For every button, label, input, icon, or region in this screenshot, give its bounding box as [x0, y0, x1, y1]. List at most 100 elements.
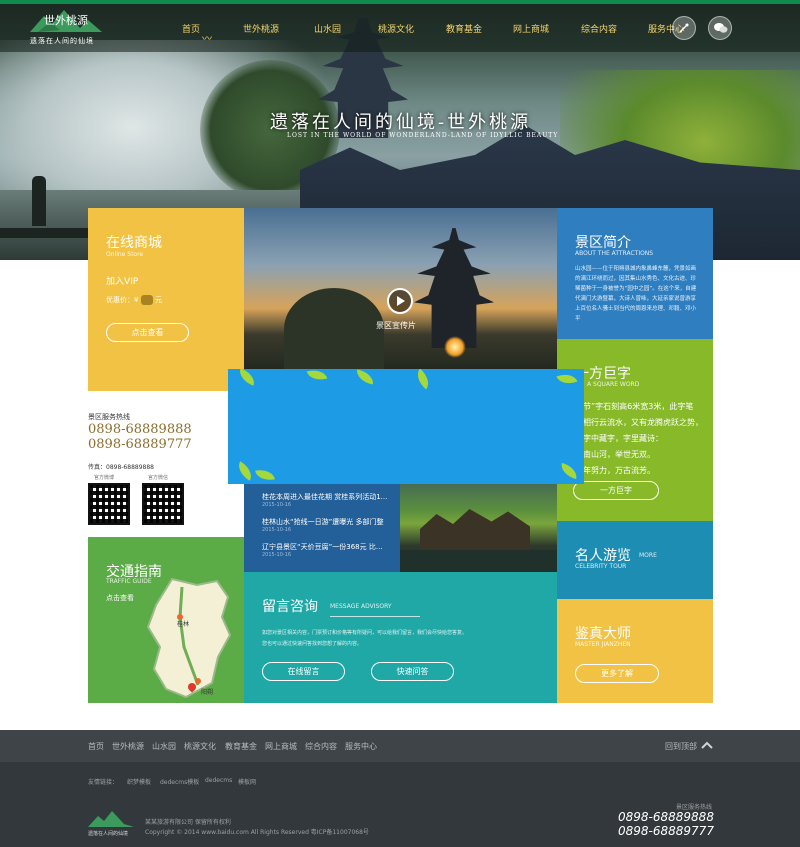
message-consult-tile: 留言咨询 MESSAGE ADVISORY 如您对景区相关内容，门票预订和价格等…: [244, 572, 557, 703]
qr-wechat-label: 官方微信: [148, 475, 169, 481]
chevron-up-icon[interactable]: [701, 740, 713, 750]
leaf-icon: [556, 370, 578, 388]
footer-nav-home[interactable]: 首页: [88, 741, 104, 752]
shop-view-button[interactable]: 点击查看: [106, 323, 189, 342]
news-item[interactable]: 辽宁县景区“天价豆腐”一份368元 比... 2015-10-16: [262, 542, 383, 558]
leaf-icon: [558, 462, 580, 480]
message-body-2: 您也可以通过快速问答找到您想了解的内容。: [262, 641, 363, 647]
leaf-icon: [234, 461, 256, 481]
giant-line: 南山河，举世无双。: [583, 450, 655, 459]
promo-video-tile[interactable]: 景区宣传片: [244, 208, 557, 370]
photo-water: [400, 550, 557, 572]
nav-content[interactable]: 综合内容: [581, 22, 617, 35]
giant-line: 年努力，万古流芳。: [583, 466, 655, 475]
hero-subtitle: LOST IN THE WORLD OF WONDERLAND-LAND OF …: [287, 132, 559, 139]
news-title[interactable]: 桂林山水“抢线一日游”遭曝光 多部门整: [262, 517, 383, 527]
footer-nav-shop[interactable]: 网上商城: [265, 741, 297, 752]
hotline-number-1: 0898-68889888: [88, 422, 192, 437]
master-learn-more-button[interactable]: 更多了解: [575, 664, 659, 683]
message-divider: [330, 616, 420, 617]
hero-fisherman: [32, 176, 46, 226]
celebrity-tour-tile[interactable]: 名人游览 MORE CELEBRITY TOUR: [557, 521, 713, 599]
celebrity-title: 名人游览: [575, 548, 631, 564]
news-date: 2015-10-16: [262, 502, 292, 508]
nav-home[interactable]: 首页: [182, 22, 200, 35]
video-tower: [414, 228, 494, 348]
hotline-label: 景区服务热线: [88, 413, 130, 421]
friend-link[interactable]: dedecms: [205, 777, 232, 784]
photo-village: [420, 509, 530, 554]
giant-text: 节”字石刻高6米宽3米，此字笔 相行云流水，又有龙腾虎跃之势， 字中藏字，字里藏…: [583, 399, 703, 479]
celebrity-more[interactable]: MORE: [639, 552, 657, 559]
footer-nav-taoyuan[interactable]: 世外桃源: [112, 741, 144, 752]
play-icon: [397, 296, 405, 306]
quick-qa-button[interactable]: 快速问答: [371, 662, 454, 681]
intro-title: 景区简介: [575, 235, 631, 251]
play-button[interactable]: [387, 288, 413, 314]
footer-hotline-1: 0898-68889888: [618, 810, 714, 824]
leaf-icon: [236, 369, 258, 386]
online-message-button[interactable]: 在线留言: [262, 662, 345, 681]
news-item[interactable]: 桂林山水“抢线一日游”遭曝光 多部门整 2015-10-16: [262, 517, 383, 533]
video-label: 景区宣传片: [376, 321, 416, 330]
footer-nav-content[interactable]: 综合内容: [305, 741, 337, 752]
nav-culture[interactable]: 桃源文化: [378, 22, 414, 35]
master-subtitle-en: MASTER JIANZHEN: [575, 641, 631, 648]
shop-title: 在线商城: [106, 235, 162, 251]
wechat-button[interactable]: [708, 16, 732, 40]
wechat-icon: [714, 23, 728, 33]
qr-weibo-label: 官方微博: [94, 475, 115, 481]
site-logo[interactable]: 世外桃源: [30, 8, 102, 34]
news-list-tile: 桂花本周进入最佳花期 赏桂系列活动1... 2015-10-16 桂林山水“抢线…: [244, 484, 400, 572]
news-title[interactable]: 辽宁县景区“天价豆腐”一份368元 比...: [262, 542, 383, 552]
footer-nav-landscape[interactable]: 山水园: [152, 741, 176, 752]
master-jianzhen-tile: 鉴真大师 MASTER JIANZHEN 更多了解: [557, 599, 713, 703]
scenic-intro-tile: 景区简介 ABOUT THE ATTRACTIONS 山水园——位于阳朔县城内象…: [557, 208, 713, 339]
weibo-button[interactable]: [672, 16, 696, 40]
footer-nav-education[interactable]: 教育基金: [225, 741, 257, 752]
message-body-1: 如您对景区相关内容，门票预订和价格等有所疑问，可以给我们留言，我们会尽快给您答复…: [262, 630, 468, 636]
celebrity-subtitle-en: CELEBRITY TOUR: [575, 563, 627, 570]
footer-logo-tagline: 遗落在人间的仙境: [88, 831, 129, 837]
hero-raft: [0, 228, 90, 238]
leaf-icon: [412, 369, 434, 390]
company-text: 某某旅游有限公司 保留所有权利: [145, 819, 231, 826]
giant-line: 字中藏字，字里藏诗：: [583, 434, 663, 443]
footer-nav-culture[interactable]: 桃源文化: [184, 741, 216, 752]
nav-taoyuan[interactable]: 世外桃源: [243, 22, 279, 35]
nav-education[interactable]: 教育基金: [446, 22, 482, 35]
nav-landscape[interactable]: 山水园: [314, 22, 341, 35]
message-title: 留言咨询: [262, 599, 318, 615]
city-guilin: 桂林: [177, 621, 190, 628]
fax-text: 传真：0898-68889888: [88, 464, 154, 471]
wechat-qr-code: [142, 483, 184, 525]
news-date: 2015-10-16: [262, 552, 292, 558]
footer-nav-service[interactable]: 服务中心: [345, 741, 377, 752]
news-item[interactable]: 桂花本周进入最佳花期 赏桂系列活动1... 2015-10-16: [262, 492, 387, 508]
traffic-view-link[interactable]: 点击查看: [106, 593, 134, 603]
friend-link[interactable]: 织梦模板: [127, 777, 151, 786]
nav-shop[interactable]: 网上商城: [513, 22, 549, 35]
overlay-banner: [228, 369, 584, 484]
hotline-number-2: 0898-68889777: [88, 437, 192, 452]
price-suffix: 元: [154, 296, 162, 304]
price-line: 优惠价：¥ 元: [106, 295, 162, 305]
copyright-text: Copyright © 2014 www.baidu.com All Right…: [145, 829, 369, 836]
vip-label: 加入VIP: [106, 277, 139, 287]
news-title[interactable]: 桂花本周进入最佳花期 赏桂系列活动1...: [262, 492, 387, 502]
giant-line: 节”字石刻高6米宽3米，此字笔: [583, 402, 694, 411]
leaf-icon: [306, 369, 328, 384]
giant-line: 相行云流水，又有龙腾虎跃之势，: [583, 418, 703, 427]
back-to-top-link[interactable]: 回到顶部: [665, 741, 697, 752]
scenic-photo-tile[interactable]: [400, 484, 557, 572]
footer-hotline-2: 0898-68889777: [618, 824, 714, 838]
hero-title: 遗落在人间的仙境-世外桃源: [270, 112, 532, 133]
message-subtitle-en: MESSAGE ADVISORY: [330, 603, 392, 610]
logo-text: 世外桃源: [44, 14, 88, 27]
friend-link[interactable]: 模板网: [238, 777, 256, 786]
intro-subtitle-en: ABOUT THE ATTRACTIONS: [575, 250, 654, 257]
leaf-icon: [255, 467, 275, 483]
giant-button[interactable]: 一方巨字: [573, 481, 659, 500]
friend-link[interactable]: dedecms模板: [160, 777, 199, 786]
intro-body: 山水园——位于阳朔县城内象鼻峰东麓，凭景如画的漓江环绕而过，因其集山水秀色、文化…: [575, 266, 697, 322]
